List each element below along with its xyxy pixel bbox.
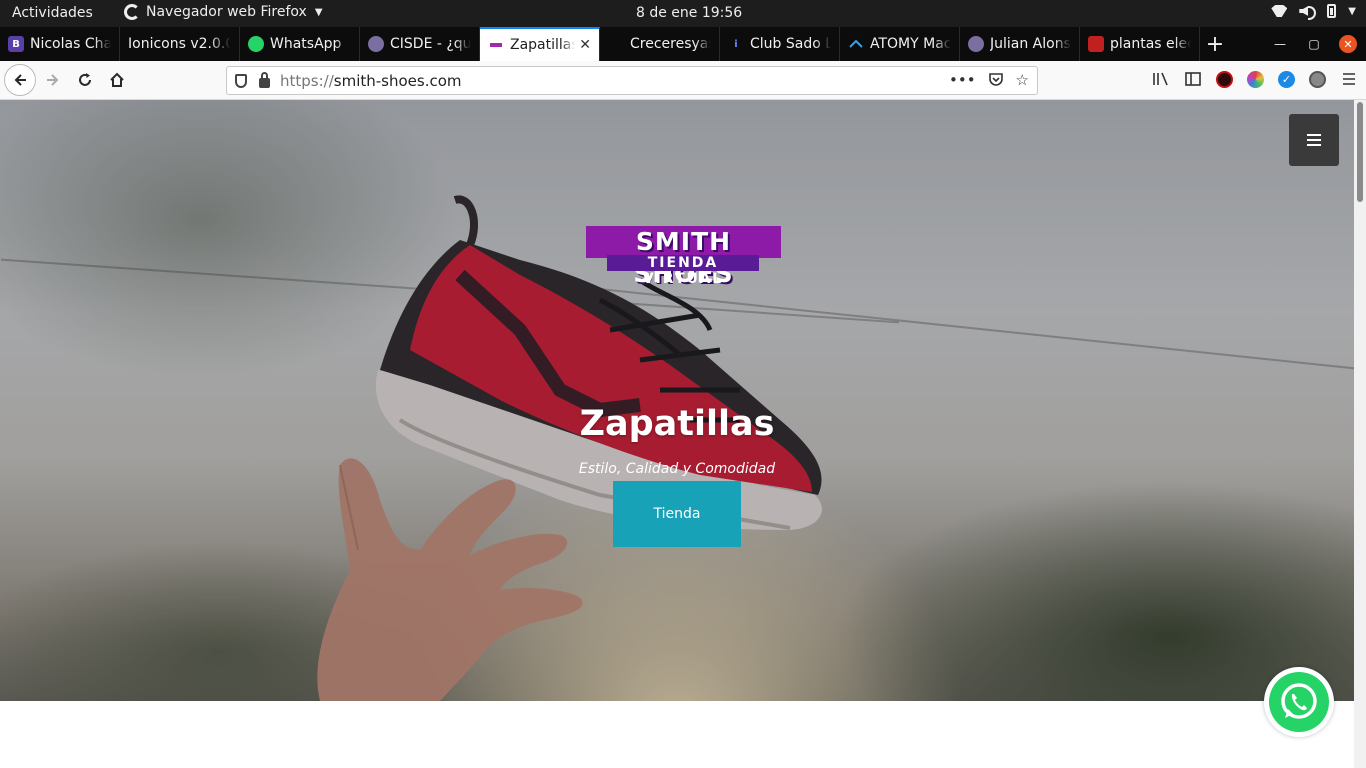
sidebar-icon[interactable] [1184,70,1202,88]
reload-icon [79,73,91,86]
hamburger-menu-icon[interactable] [1340,70,1358,88]
app-menu[interactable]: Navegador web Firefox ▼ [124,4,323,20]
chevron-down-icon: ▼ [1348,5,1356,17]
chevron-down-icon: ▼ [314,6,323,18]
forward-button[interactable] [38,65,68,95]
tab-creceresyasi[interactable]: Creceresyasi [600,27,720,61]
extension-sharingan-icon[interactable] [1216,70,1233,88]
close-icon: ✕ [1339,35,1357,53]
volume-icon [1299,4,1317,20]
tab-title: Julian Alonso [990,36,1071,52]
tab-title: WhatsApp [270,36,342,52]
info-favicon-icon: i [734,38,738,50]
whatsapp-icon [248,36,264,52]
tab-ionicons[interactable]: Ionicons v2.0.0 [120,27,240,61]
globe-icon [368,36,384,52]
whatsapp-chat-button[interactable] [1264,667,1334,737]
tracking-shield-icon[interactable] [235,73,247,88]
shop-button[interactable]: Tienda [613,481,741,547]
bookmark-star-icon[interactable]: ☆ [1016,71,1029,91]
tab-club-sado[interactable]: i Club Sado L [720,27,840,61]
logo-tagline: TIENDA VIRTUAL [607,255,759,287]
tab-title: Zapatillas [510,37,576,53]
arrow-right-icon [47,74,59,86]
globe-icon [968,36,984,52]
hero-subtitle: Estilo, Calidad y Comodidad [578,461,776,477]
logo-brand-text: SMITH SHOES [586,226,781,288]
hero-overlay [0,100,1354,701]
tab-julian[interactable]: Julian Alonso [960,27,1080,61]
clock[interactable]: 8 de ene 19:56 [636,5,742,21]
tab-title: CISDE - ¿quién [390,36,471,52]
reload-button[interactable] [70,65,100,95]
tab-atomy[interactable]: ATOMY Mac [840,27,960,61]
arrow-left-icon [14,74,26,86]
lock-icon[interactable] [259,71,270,88]
hero-section: SMITH SHOES TIENDA VIRTUAL Zapatillas Es… [0,100,1354,701]
back-button[interactable] [4,64,36,96]
hamburger-line [1307,139,1321,141]
menu-toggle-button[interactable] [1289,114,1339,166]
minimize-icon[interactable]: — [1272,27,1288,61]
tab-strip: B Nicolas Chaves Ionicons v2.0.0 WhatsAp… [0,27,1366,61]
url-text[interactable]: https://smith-shoes.com [280,72,462,90]
close-window-button[interactable]: ✕ [1338,27,1358,61]
activities-button[interactable]: Actividades [12,5,93,21]
extension-incognito-icon[interactable] [1309,70,1326,88]
hamburger-line [1307,144,1321,146]
hamburger-line [1307,134,1321,136]
url-host: smith-shoes.com [333,71,462,90]
page-actions-icon[interactable]: ••• [949,71,976,91]
firefox-icon [124,4,140,20]
system-menu[interactable]: ▼ [1271,4,1356,20]
site-favicon-icon [488,37,504,53]
library-icon[interactable] [1152,70,1170,88]
scrollbar-thumb[interactable] [1357,102,1363,202]
site-logo[interactable]: SMITH SHOES TIENDA VIRTUAL [586,226,781,288]
home-button[interactable] [102,65,132,95]
hero-title: Zapatillas [579,404,775,444]
tab-title: Creceresyasi [630,36,711,52]
tab-nicolas[interactable]: B Nicolas Chaves [0,27,120,61]
tab-title: Nicolas Chaves [30,36,111,52]
tab-title: ATOMY Mac [870,36,951,52]
navigation-toolbar: https://smith-shoes.com ••• ☆ ✓ [0,61,1366,100]
blank-favicon-icon [608,36,624,52]
new-tab-button[interactable]: + [1200,27,1230,61]
extension-check-icon[interactable]: ✓ [1278,70,1295,88]
home-icon [110,72,124,87]
os-top-bar: Actividades Navegador web Firefox ▼ 8 de… [0,0,1366,27]
atomy-icon [848,36,864,52]
page-scrollbar[interactable] [1354,100,1366,768]
tab-zapatillas[interactable]: Zapatillas ✕ [480,27,600,61]
tab-title: Ionicons v2.0.0 [128,36,231,52]
tab-whatsapp[interactable]: WhatsApp [240,27,360,61]
app-name: Navegador web Firefox [146,4,307,20]
close-icon[interactable]: ✕ [579,37,591,53]
wifi-icon [1271,5,1287,17]
b-favicon-icon: B [8,36,24,52]
url-scheme: https:// [280,71,334,90]
tab-cisde[interactable]: CISDE - ¿quién [360,27,480,61]
battery-icon [1327,4,1337,18]
tab-plantas[interactable]: plantas elec [1080,27,1200,61]
whatsapp-icon [1269,672,1329,732]
tab-title: Club Sado L [750,36,831,52]
tab-title: plantas elec [1110,36,1191,52]
flag-icon [1088,36,1104,52]
address-bar[interactable]: https://smith-shoes.com ••• ☆ [226,66,1038,95]
pocket-icon[interactable] [988,71,1004,91]
maximize-icon[interactable]: ▢ [1306,27,1322,61]
web-page: SMITH SHOES TIENDA VIRTUAL Zapatillas Es… [0,100,1354,768]
extension-colorpicker-icon[interactable] [1247,70,1264,88]
